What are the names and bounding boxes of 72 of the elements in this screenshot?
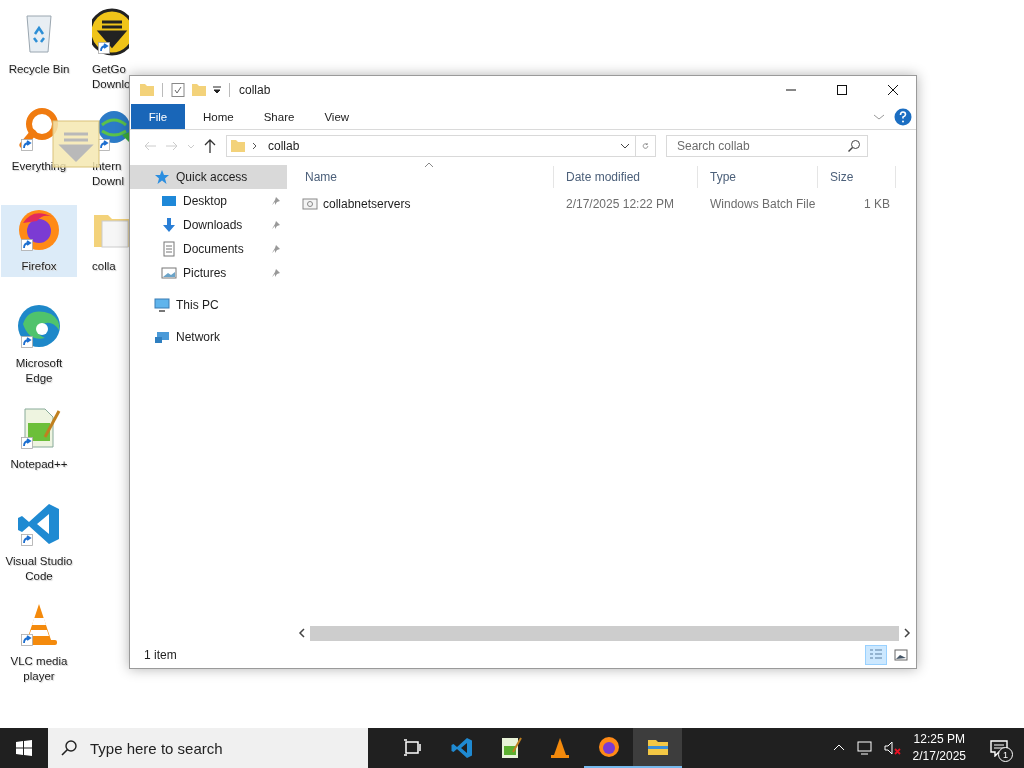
code-editor-icon	[449, 736, 474, 760]
taskbar-search-box[interactable]: Type here to search	[48, 728, 368, 768]
scroll-right-icon[interactable]	[903, 628, 911, 638]
notification-button[interactable]: 1	[980, 728, 1018, 768]
ribbon-tab[interactable]: Share	[251, 104, 307, 129]
windows-logo-icon	[16, 740, 32, 756]
desktop-shortcut[interactable]: Visual Studio Code	[1, 500, 77, 587]
file-size: 1 KB	[863, 197, 891, 211]
file-name: collabnetservers	[323, 197, 411, 211]
column-header[interactable]: Name	[293, 166, 554, 188]
ribbon-tab[interactable]: File	[131, 104, 185, 129]
ribbon-tab[interactable]: View	[312, 104, 362, 129]
help-icon[interactable]	[894, 107, 912, 126]
folder-icon	[230, 138, 246, 154]
nav-item[interactable]: Documents	[130, 237, 287, 261]
pin-icon[interactable]	[271, 220, 281, 230]
column-header[interactable]: Date modified	[554, 166, 698, 188]
address-bar[interactable]: collab	[226, 135, 656, 157]
nav-item[interactable]: This PC	[130, 293, 287, 317]
list-icon	[869, 648, 883, 662]
desktop-shortcut[interactable]: VLC media player	[1, 600, 77, 687]
download-arrow-icon	[161, 217, 177, 233]
speaker-muted-icon[interactable]	[883, 740, 902, 756]
ribbon-tab[interactable]: Home	[191, 104, 246, 129]
column-header[interactable]: Size	[818, 166, 896, 188]
monitor-icon	[154, 297, 170, 313]
desktop-shortcut[interactable]: colla	[86, 205, 129, 277]
address-path[interactable]: collab	[268, 139, 300, 153]
notification-icon	[989, 739, 1009, 757]
taskbar-search-field[interactable]: Type here to search	[88, 738, 368, 758]
star-icon	[154, 169, 170, 185]
file-type: Windows Batch File	[709, 197, 817, 211]
picture-icon	[894, 648, 908, 662]
network-icon[interactable]	[855, 740, 874, 756]
maximize-icon	[836, 84, 848, 96]
search-icon	[847, 139, 861, 153]
desktop-shortcut[interactable]: Notepad++	[1, 403, 77, 475]
gear-file-icon	[302, 196, 318, 212]
item-count: 1 item	[144, 648, 177, 662]
close-icon	[887, 84, 899, 96]
wave-icon	[15, 302, 63, 350]
nav-item[interactable]: Network	[130, 325, 287, 349]
nav-item[interactable]: Quick access	[130, 165, 287, 189]
fox-icon	[596, 735, 621, 759]
refresh-icon	[642, 140, 649, 152]
network-icon	[154, 329, 170, 345]
scroll-left-icon[interactable]	[298, 628, 306, 638]
up-arrow-icon[interactable]	[202, 138, 218, 154]
nav-item[interactable]: Downloads	[130, 213, 287, 237]
search-box[interactable]: Search collab	[666, 135, 868, 157]
pin-icon[interactable]	[271, 244, 281, 254]
pin-icon[interactable]	[271, 268, 281, 278]
desktop-shortcut[interactable]: Recycle Bin	[1, 8, 77, 80]
nav-item[interactable]: Desktop	[130, 189, 287, 213]
document-icon	[161, 241, 177, 257]
pin-icon[interactable]	[271, 196, 281, 206]
download-arrow-icon	[92, 8, 129, 56]
desktop-shortcut[interactable]: GetGo Downlo	[86, 8, 129, 95]
nav-item[interactable]: Pictures	[130, 261, 287, 285]
notification-count: 1	[998, 747, 1013, 762]
file-row[interactable]: collabnetservers 2/17/2025 12:22 PM Windows Batch File 1 KB	[293, 193, 916, 215]
checkbox-icon[interactable]	[170, 82, 186, 98]
window-title: collab	[239, 83, 271, 97]
desktop-icon	[161, 193, 177, 209]
picture-icon	[161, 265, 177, 281]
desktop-shortcut[interactable]: Microsoft Edge	[1, 302, 77, 389]
clock[interactable]: 12:25 PM 2/17/2025	[912, 731, 966, 765]
taskbar-app-button[interactable]	[633, 728, 682, 768]
column-header[interactable]: Type	[698, 166, 818, 188]
file-date: 2/17/2025 12:22 PM	[565, 197, 676, 211]
search-icon	[60, 739, 78, 757]
desktop-shortcut[interactable]: Firefox	[1, 205, 77, 277]
